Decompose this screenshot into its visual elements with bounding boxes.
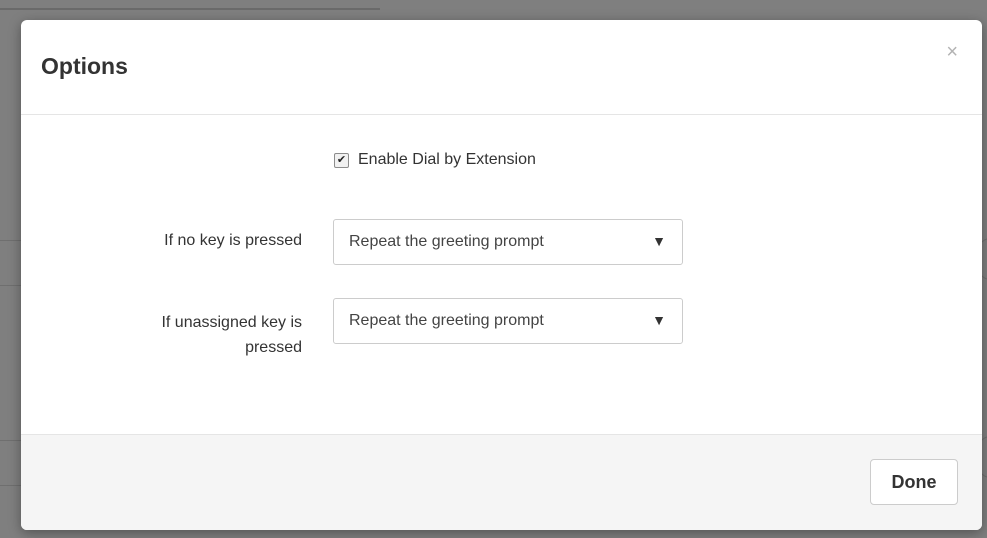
unassigned-key-pressed-label: If unassigned key is pressed — [161, 314, 302, 356]
dial-by-extension-checkbox[interactable]: ✔ — [334, 152, 349, 168]
dialog-footer: Done — [21, 434, 982, 530]
chevron-down-icon: ▼ — [652, 312, 666, 328]
dial-by-extension-label[interactable]: Enable Dial by Extension — [358, 151, 536, 169]
background-divider — [0, 240, 22, 241]
background-divider — [0, 285, 22, 286]
chevron-down-icon: ▼ — [652, 233, 666, 249]
no-key-pressed-value: Repeat the greeting prompt — [349, 233, 544, 250]
checkmark-icon: ✔ — [336, 153, 347, 166]
done-button[interactable]: Done — [870, 459, 958, 505]
unassigned-key-pressed-select[interactable]: Repeat the greeting prompt ▼ — [333, 298, 683, 344]
dial-by-extension-row: ✔ Enable Dial by Extension — [334, 151, 536, 169]
background-divider — [0, 440, 22, 441]
background-divider — [0, 8, 380, 10]
no-key-pressed-select[interactable]: Repeat the greeting prompt ▼ — [333, 219, 683, 265]
unassigned-key-pressed-value: Repeat the greeting prompt — [349, 312, 544, 329]
dialog-title: Options — [41, 53, 128, 79]
dialog-header: Options × — [21, 20, 982, 115]
background-divider — [0, 485, 22, 486]
no-key-pressed-label: If no key is pressed — [164, 232, 302, 249]
close-icon[interactable]: × — [946, 42, 958, 62]
options-dialog: Options × ✔ Enable Dial by Extension If … — [21, 20, 982, 530]
